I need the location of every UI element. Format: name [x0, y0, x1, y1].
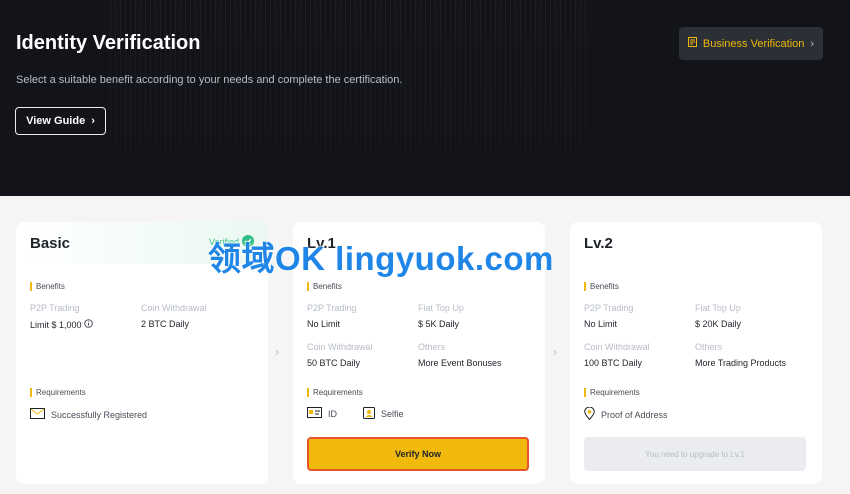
selfie-icon	[363, 407, 375, 421]
requirement-registered: Successfully Registered	[30, 408, 147, 421]
document-icon	[687, 37, 697, 50]
verify-now-button[interactable]: Verify Now	[307, 437, 529, 471]
benefits-label: Benefits	[307, 282, 342, 291]
watermark: 领域OK lingyuok.com	[208, 240, 554, 277]
fiat-top-up-label: Fiat Top Up	[418, 303, 464, 313]
mail-icon	[30, 408, 45, 421]
p2p-trading-value: No Limit	[307, 319, 341, 329]
requirement-address-text: Proof of Address	[601, 409, 668, 420]
fiat-top-up-label: Fiat Top Up	[695, 303, 741, 313]
others-label: Others	[695, 342, 723, 352]
benefits-label: Benefits	[584, 282, 619, 291]
p2p-trading-value: Limit $ 1,000	[30, 319, 93, 330]
chevron-right-icon: ›	[275, 345, 279, 359]
chevron-right-icon: ›	[553, 345, 557, 359]
coin-withdrawal-label: Coin Withdrawal	[307, 342, 373, 352]
others-value: More Trading Products	[695, 358, 787, 368]
lv2-card-header: Lv.2	[570, 222, 822, 264]
id-card-icon	[307, 407, 322, 420]
coin-withdrawal-label: Coin Withdrawal	[584, 342, 650, 352]
benefits-label: Benefits	[30, 282, 65, 291]
chevron-right-icon: ›	[810, 37, 815, 50]
requirements-label: Requirements	[584, 388, 640, 397]
business-verification-label: Business Verification	[702, 37, 805, 50]
location-pin-icon	[584, 406, 595, 422]
p2p-trading-value-text: Limit $ 1,000	[30, 319, 82, 330]
upgrade-button[interactable]: You need to upgrade to Lv.1	[584, 437, 806, 471]
others-label: Others	[418, 342, 446, 352]
lv2-card-title: Lv.2	[584, 235, 613, 252]
hero-pattern	[110, 0, 590, 196]
coin-withdrawal-value: 100 BTC Daily	[584, 358, 643, 368]
requirement-id-text: ID	[328, 408, 337, 419]
requirements-label: Requirements	[307, 388, 363, 397]
p2p-trading-label: P2P Trading	[30, 303, 80, 313]
coin-withdrawal-value: 2 BTC Daily	[141, 319, 190, 329]
requirements-label: Requirements	[30, 388, 86, 397]
lv2-card: Lv.2 Benefits P2P Trading No Limit Fiat …	[570, 222, 822, 484]
coin-withdrawal-value: 50 BTC Daily	[307, 358, 361, 368]
chevron-right-icon: ›	[91, 115, 95, 127]
hero-banner: Identity Verification Select a suitable …	[0, 0, 850, 196]
info-icon[interactable]	[83, 319, 93, 330]
others-value: More Event Bonuses	[418, 358, 502, 368]
requirement-registered-text: Successfully Registered	[51, 409, 148, 420]
fiat-top-up-value: $ 20K Daily	[695, 319, 742, 329]
view-guide-label: View Guide	[26, 115, 86, 127]
fiat-top-up-value: $ 5K Daily	[418, 319, 460, 329]
requirement-id: ID	[307, 407, 337, 420]
page-title: Identity Verification	[16, 32, 201, 54]
p2p-trading-label: P2P Trading	[584, 303, 634, 313]
business-verification-button[interactable]: Business Verification ›	[679, 27, 823, 60]
requirement-selfie: Selfie	[363, 407, 404, 421]
coin-withdrawal-label: Coin Withdrawal	[141, 303, 207, 313]
page-subtitle: Select a suitable benefit according to y…	[16, 74, 403, 86]
requirement-selfie-text: Selfie	[381, 409, 404, 419]
view-guide-button[interactable]: View Guide ›	[15, 107, 106, 135]
p2p-trading-label: P2P Trading	[307, 303, 357, 313]
p2p-trading-value: No Limit	[584, 319, 618, 329]
requirement-address: Proof of Address	[584, 406, 668, 422]
